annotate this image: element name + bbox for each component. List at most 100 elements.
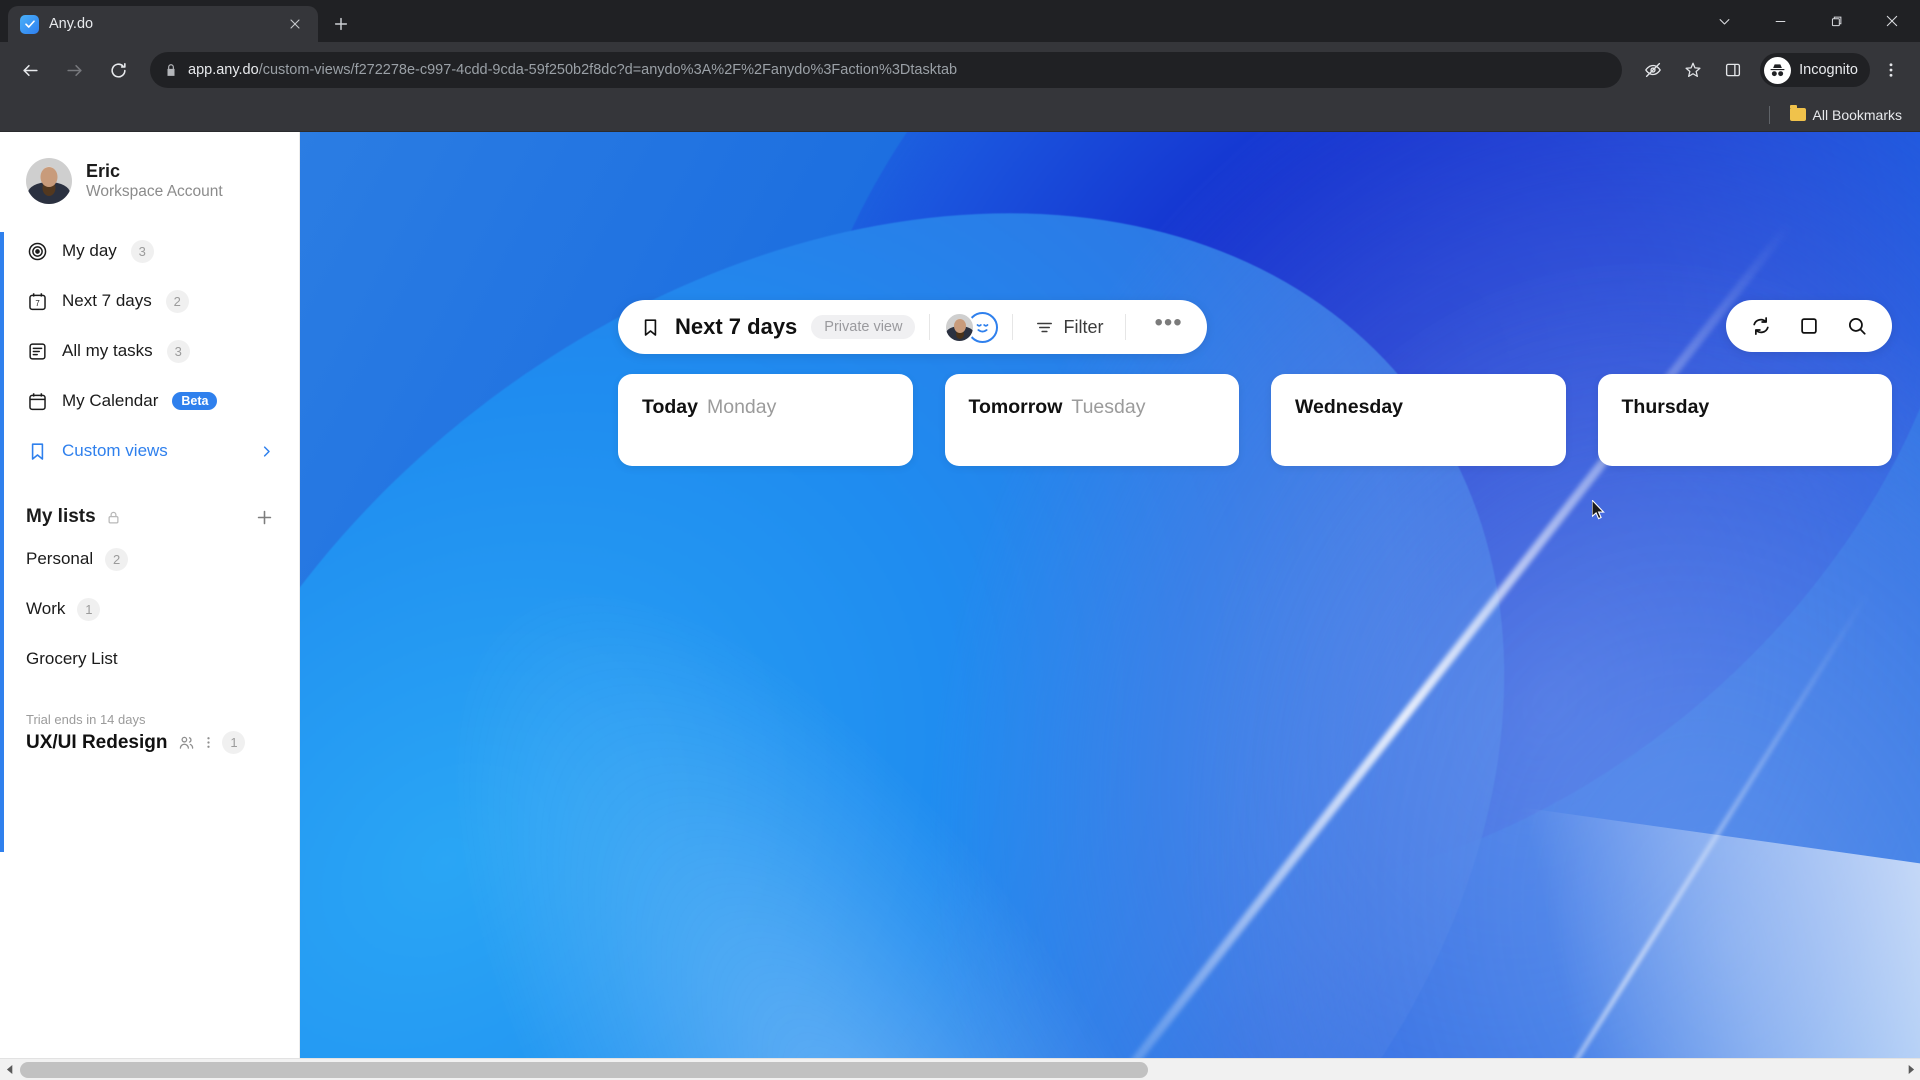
- incognito-profile-button[interactable]: Incognito: [1760, 53, 1870, 87]
- filter-icon: [1035, 318, 1054, 337]
- tab-strip: Any.do: [0, 0, 1920, 42]
- count-badge: 3: [130, 239, 154, 263]
- list-item-personal[interactable]: Personal 2: [0, 534, 300, 584]
- new-tab-button[interactable]: [324, 7, 358, 41]
- calendar-7-icon: 7: [26, 290, 48, 312]
- profile-block[interactable]: Eric Workspace Account: [0, 150, 300, 226]
- sidebar-item-label: My Calendar: [62, 391, 159, 410]
- reload-icon[interactable]: [98, 50, 138, 90]
- side-panel-icon[interactable]: [1714, 51, 1752, 89]
- divider: [1125, 314, 1127, 340]
- toolbar-right-icons: Incognito: [1634, 51, 1910, 89]
- horizontal-scrollbar[interactable]: [0, 1058, 1920, 1080]
- three-dot-menu-icon[interactable]: •••: [1140, 311, 1196, 337]
- sidebar-item-label: Next 7 days: [62, 291, 152, 310]
- bookmarks-bar: All Bookmarks: [0, 98, 1920, 132]
- scrollbar-thumb[interactable]: [20, 1061, 1148, 1078]
- day-weekday: Monday: [706, 396, 777, 418]
- day-label: Today: [642, 396, 698, 418]
- url-path: /custom-views/f272278e-c997-4cdd-9cda-59…: [258, 62, 958, 78]
- sidebar-item-next-7-days[interactable]: 7 Next 7 days 2: [14, 276, 286, 326]
- close-icon[interactable]: [1864, 0, 1920, 42]
- incognito-label: Incognito: [1799, 62, 1858, 78]
- maximize-icon[interactable]: [1808, 0, 1864, 42]
- day-card-wednesday[interactable]: Wednesday: [1271, 374, 1566, 466]
- sidebar-item-label: My day: [62, 241, 117, 260]
- search-icon[interactable]: [1836, 305, 1878, 347]
- url-text: app.any.do/custom-views/f272278e-c997-4c…: [188, 62, 957, 78]
- tab-title: Any.do: [49, 16, 94, 32]
- folder-icon: [1789, 105, 1806, 121]
- trial-block: Trial ends in 14 days UX/UI Redesign 1: [0, 712, 300, 754]
- bookmark-icon: [26, 440, 48, 462]
- list-item-work[interactable]: Work 1: [0, 584, 300, 634]
- sidebar-item-label: All my tasks: [62, 341, 153, 360]
- back-arrow-icon[interactable]: [10, 50, 50, 90]
- all-bookmarks-label: All Bookmarks: [1812, 106, 1902, 123]
- eye-slash-icon[interactable]: [1634, 51, 1672, 89]
- day-card-today[interactable]: Today Monday: [618, 374, 913, 466]
- url-host: app.any.do: [188, 62, 259, 78]
- browser-tab[interactable]: Any.do: [8, 6, 318, 42]
- view-header: Next 7 days Private view Filter •••: [618, 300, 1207, 354]
- scroll-right-arrow-icon[interactable]: [1900, 1059, 1920, 1080]
- tasks-icon: [26, 340, 48, 362]
- target-icon: [26, 240, 48, 262]
- my-lists-header: My lists: [0, 476, 300, 534]
- divider: [1768, 105, 1770, 124]
- member-avatars[interactable]: [944, 311, 999, 343]
- filter-button[interactable]: Filter: [1027, 311, 1111, 344]
- scroll-left-arrow-icon[interactable]: [0, 1059, 20, 1080]
- sidebar-nav: My day 3 7 Next 7 days 2 All my tasks 3: [0, 226, 300, 476]
- list-item-label: Work: [26, 599, 66, 618]
- project-row[interactable]: UX/UI Redesign 1: [26, 731, 274, 754]
- browser-window: Any.do app.any.do/custom-views/f272278e-…: [0, 0, 1920, 1080]
- day-title: Wednesday: [1295, 396, 1542, 419]
- list-item-label: Grocery List: [26, 649, 118, 668]
- sync-icon[interactable]: [1740, 305, 1782, 347]
- scrollbar-track[interactable]: [20, 1059, 1900, 1080]
- chevron-right-icon[interactable]: [259, 444, 274, 459]
- sidebar-item-my-calendar[interactable]: My Calendar Beta: [14, 376, 286, 426]
- calendar-icon: [26, 390, 48, 412]
- sidebar-item-all-my-tasks[interactable]: All my tasks 3: [14, 326, 286, 376]
- filter-label: Filter: [1063, 316, 1104, 337]
- profile-name: Eric: [86, 160, 121, 181]
- day-card-tomorrow[interactable]: Tomorrow Tuesday: [944, 374, 1239, 466]
- three-dot-menu-icon[interactable]: [1872, 51, 1910, 89]
- incognito-icon: [1764, 56, 1792, 84]
- day-columns: Today Monday Tomorrow Tuesday Wednesday: [618, 374, 1892, 466]
- app-viewport: Eric Workspace Account My day 3 7 Next 7…: [0, 132, 1920, 1080]
- view-actions: [1726, 300, 1892, 352]
- close-icon[interactable]: [284, 13, 306, 35]
- count-badge: 2: [165, 289, 189, 313]
- app-sidebar: Eric Workspace Account My day 3 7 Next 7…: [0, 132, 300, 1080]
- list-item-label: Personal: [26, 549, 94, 568]
- three-dot-menu-icon[interactable]: [206, 734, 211, 751]
- day-card-thursday[interactable]: Thursday: [1597, 374, 1892, 466]
- day-title: Tomorrow Tuesday: [969, 396, 1216, 419]
- bookmark-icon: [640, 317, 661, 338]
- list-item-grocery-list[interactable]: Grocery List: [0, 634, 300, 684]
- browser-toolbar: app.any.do/custom-views/f272278e-c997-4c…: [0, 42, 1920, 98]
- sidebar-item-my-day[interactable]: My day 3: [14, 226, 286, 276]
- minimize-icon[interactable]: [1752, 0, 1808, 42]
- main-canvas: Next 7 days Private view Filter ••• Toda…: [300, 132, 1920, 1080]
- all-bookmarks-button[interactable]: All Bookmarks: [1782, 104, 1910, 126]
- day-weekday: Tuesday: [1071, 396, 1146, 418]
- count-badge: 1: [77, 597, 101, 621]
- profile-subtitle: Workspace Account: [86, 183, 223, 201]
- square-icon[interactable]: [1788, 305, 1830, 347]
- avatar: [26, 158, 72, 204]
- sidebar-item-custom-views[interactable]: Custom views: [14, 426, 286, 476]
- svg-text:7: 7: [35, 299, 39, 308]
- lock-icon: [164, 63, 178, 77]
- people-icon[interactable]: [178, 734, 195, 751]
- address-bar[interactable]: app.any.do/custom-views/f272278e-c997-4c…: [150, 52, 1623, 88]
- star-icon[interactable]: [1674, 51, 1712, 89]
- add-list-button[interactable]: [255, 508, 274, 527]
- tab-search-icon[interactable]: [1696, 0, 1752, 42]
- avatar: [944, 311, 976, 343]
- window-controls: [1696, 0, 1920, 42]
- project-name: UX/UI Redesign: [26, 731, 168, 753]
